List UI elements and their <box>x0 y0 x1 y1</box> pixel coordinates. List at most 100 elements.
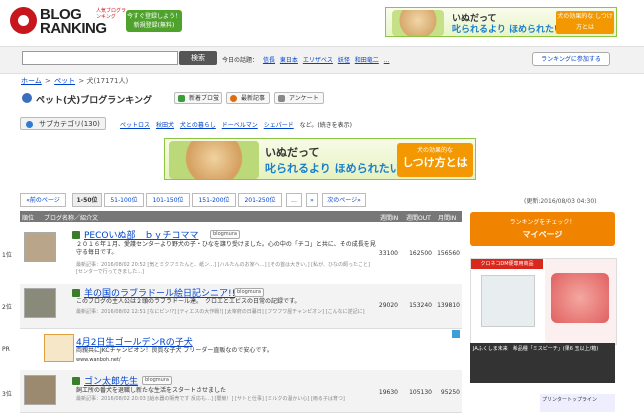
page-link[interactable]: 201-250位 <box>238 193 282 207</box>
register-button-line2: 新規登録(無料) <box>133 22 175 29</box>
sidebar-ad-product-a: クロネコDM便専用商品 <box>471 259 543 344</box>
topic-link[interactable]: エリザベス <box>303 57 333 64</box>
new-icon <box>178 95 185 102</box>
mypage-button[interactable]: ランキングをチェック！ マイページ <box>470 212 615 246</box>
peach-image <box>551 273 609 323</box>
sidebar-ad-small[interactable]: プリンタートップライン <box>540 394 615 412</box>
week-out: 162500 <box>409 250 432 257</box>
blog-icon <box>72 377 80 385</box>
survey-icon <box>278 95 285 102</box>
blogmura-badge[interactable]: blogmura <box>234 288 264 297</box>
blog-description: ２０１６年１月、愛護センターより野犬の子・ひなを譲り受けました。心の中の「チコ」… <box>76 241 376 256</box>
latest-posts[interactable]: 最新記事：2016/08/02 20:03 [給水器の販売です 反応も…] [闇… <box>76 396 376 403</box>
join-ranking-button[interactable]: ランキングに参加する <box>532 52 610 66</box>
week-in: 29020 <box>378 302 398 309</box>
subcategory-links: ペットロス 秋田犬 犬との暮らし ドーベルマン シェパード など。(続きを表示) <box>120 120 352 129</box>
blog-icon <box>72 231 80 239</box>
register-button-line1: 今すぐ登録しよう！ <box>126 13 181 20</box>
week-out: 105130 <box>409 389 432 396</box>
logo-icon <box>10 7 37 34</box>
col-blog: ブログ名称／紹介文 <box>44 215 99 222</box>
mid-ad-line1: いぬだって <box>265 146 320 159</box>
subcategory-link[interactable]: シェパード <box>264 122 294 129</box>
subcategory-link[interactable]: 秋田犬 <box>156 122 174 129</box>
sidebar-ad-caption: クロネコDM便専用商品 <box>471 259 543 269</box>
latest-posts[interactable]: 最新記事：2016/08/02 20:52 [気とミクフミたんと、紙ン…] [ハ… <box>76 262 376 275</box>
topic-link[interactable]: 信長 <box>263 57 275 64</box>
tab-latest-posts[interactable]: 最新記事 <box>226 92 270 104</box>
breadcrumb-home[interactable]: ホーム <box>21 77 42 85</box>
blogmura-badge[interactable]: blogmura <box>142 376 172 385</box>
search-input[interactable] <box>22 51 178 65</box>
subcategory-link[interactable]: ドーベルマン <box>222 122 258 129</box>
puppy-image <box>169 141 259 179</box>
blog-thumbnail[interactable] <box>24 232 56 262</box>
adchoices-icon[interactable] <box>452 330 460 338</box>
today-topics: 今日の話題： 信長 東日本 エリザベス 妖怪 和田竜二 ... <box>222 55 389 64</box>
blog-icon <box>72 289 80 297</box>
topic-link[interactable]: 妖怪 <box>338 57 350 64</box>
logo-tagline: 人気ブログランキング <box>96 8 127 20</box>
top-banner-ad[interactable]: いぬだって 叱られるより ほめられたいの。 犬の効果的な しつけ方とは <box>385 7 617 37</box>
subcategory-icon <box>26 121 33 128</box>
col-week-in: 週間IN <box>380 215 399 222</box>
sidebar-ad-product-b <box>545 259 616 344</box>
subcategory-link[interactable]: 犬との暮らし <box>180 122 216 129</box>
page-link[interactable]: 151-200位 <box>192 193 236 207</box>
page-title: ペット(犬)ブログランキング <box>36 96 152 106</box>
puppy-image <box>392 10 444 36</box>
ad-logo-image[interactable] <box>44 334 74 362</box>
subcategory-more[interactable]: など。(続きを表示) <box>300 122 352 129</box>
page-link-active[interactable]: 1-50位 <box>72 193 102 207</box>
blog-title-link[interactable]: PECOいぬ部 ｂｙチコママ <box>84 228 198 241</box>
breadcrumb-pet[interactable]: ペット <box>54 77 75 85</box>
mypage-button-label: マイページ <box>522 230 563 239</box>
blog-thumbnail[interactable] <box>24 288 56 318</box>
mid-ad-badge: 犬の効果的な しつけ方とは <box>397 143 473 177</box>
col-rank: 順位 <box>22 215 35 222</box>
rank-number: 1位 <box>2 252 12 259</box>
week-in: 19630 <box>378 389 398 396</box>
page-ellipsis: ... <box>286 193 302 207</box>
site-logo[interactable]: BLOG RANKING 人気ブログランキング <box>10 6 128 37</box>
week-out: 153240 <box>409 302 432 309</box>
tab-survey[interactable]: アンケート <box>274 92 324 104</box>
blog-title-link[interactable]: ゴン太郎先生 <box>84 374 138 387</box>
topic-more-link[interactable]: ... <box>384 57 390 64</box>
next-page-button[interactable]: 次のページ» <box>322 193 366 207</box>
register-button[interactable]: 今すぐ登録しよう！ 新規登録(無料) <box>126 10 182 32</box>
product-image <box>481 275 535 327</box>
topic-link[interactable]: 東日本 <box>280 57 298 64</box>
tab-survey-label: アンケート <box>289 95 319 102</box>
month-in: 139810 <box>437 302 460 309</box>
col-month-in: 月間IN <box>438 215 457 222</box>
middle-banner-ad[interactable]: いぬだって 叱られるより ほめられたいの。 犬の効果的な しつけ方とは <box>164 138 476 180</box>
sidebar-ad[interactable]: クロネコDM便専用商品 <box>470 258 617 345</box>
mid-ad-badge-top: 犬の効果的な <box>416 147 453 154</box>
search-button[interactable]: 検索 <box>179 51 217 65</box>
blog-thumbnail[interactable] <box>24 375 56 405</box>
subcategory-button[interactable]: サブカテゴリ(130) <box>20 117 106 130</box>
page-link[interactable]: 51-100位 <box>104 193 144 207</box>
tab-new-blogs[interactable]: 新着ブロ蛍 <box>174 92 222 104</box>
col-week-out: 週間OUT <box>406 215 431 222</box>
top-ad-badge: 犬の効果的な しつけ方とは <box>556 11 614 34</box>
sidebar-ad-caption-block[interactable]: JAふくしま未来 希品種「ミスピーチ」(果6 玉以上/箱) <box>470 343 615 383</box>
subcategory-link[interactable]: ペットロス <box>120 122 150 129</box>
prev-page-button[interactable]: «前のページ <box>20 193 66 207</box>
pr-label: PR <box>2 346 10 353</box>
breadcrumb-current: 犬(17171人) <box>86 77 129 85</box>
week-in: 33100 <box>378 250 398 257</box>
page-link[interactable]: 101-150位 <box>146 193 190 207</box>
blogmura-badge[interactable]: blogmura <box>210 230 240 239</box>
mypage-button-caption: ランキングをチェック！ <box>509 219 576 226</box>
blog-description: 飼工所の番犬を退職し新たな生活をスタートさせました <box>76 387 227 394</box>
rank-number: 2位 <box>2 304 12 311</box>
sidebar-ad-small-text: プリンタートップライン <box>542 397 598 403</box>
latest-posts[interactable]: 最新記事：2016/08/02 12:51 [なにピン!?] [ティエスの大作戦… <box>76 309 376 316</box>
topic-link[interactable]: 和田竜二 <box>355 57 379 64</box>
pr-url[interactable]: www.wanboh.net/ <box>76 357 376 364</box>
page-last-button[interactable]: » <box>306 193 318 207</box>
pr-description: 両親共にJKCチャンピオン！良質な子犬 ブリーダー直販なので安心です。 <box>76 347 273 354</box>
latest-icon <box>230 95 237 102</box>
